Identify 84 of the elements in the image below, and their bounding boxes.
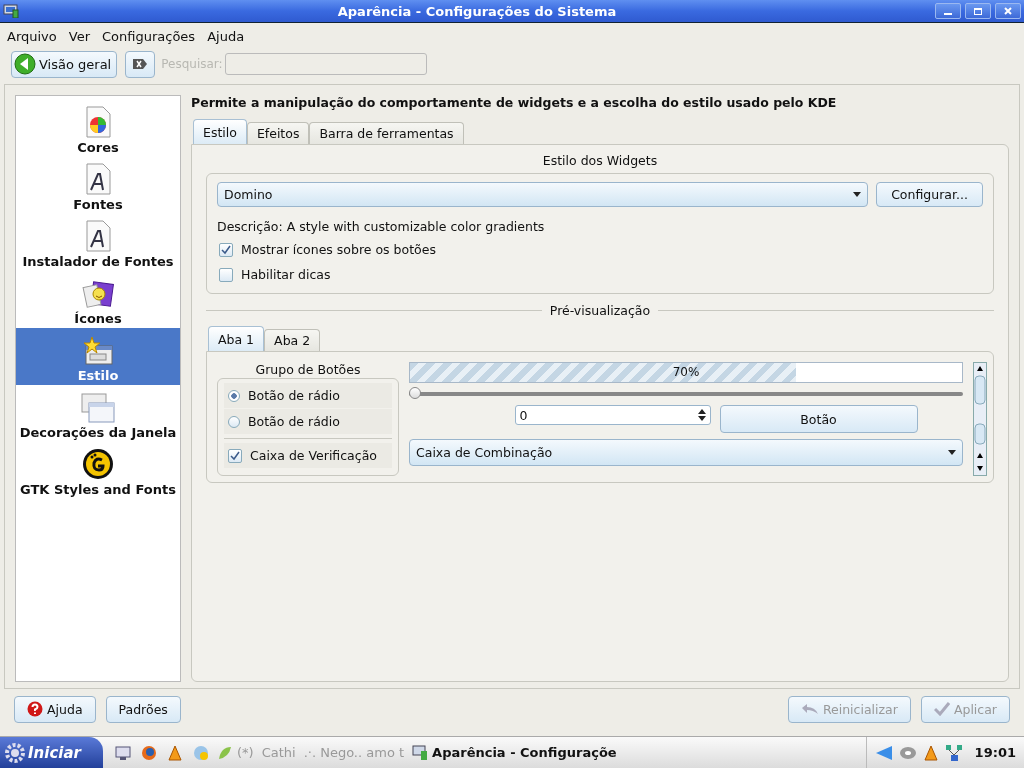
start-button[interactable]: Iniciar (0, 737, 103, 768)
slider-handle[interactable] (409, 387, 421, 399)
monitor-icon (412, 744, 429, 761)
sidebar-item[interactable]: Cores (16, 100, 180, 157)
monitor-icon[interactable] (114, 744, 131, 761)
radio-button[interactable] (228, 415, 240, 428)
minimize-icon (944, 13, 952, 15)
group-title: Estilo dos Widgets (541, 153, 659, 170)
clock: 19:01 (974, 745, 1016, 760)
close-button[interactable] (995, 3, 1021, 19)
dropdown-arrow-icon (948, 450, 956, 455)
font-document-icon (84, 163, 112, 195)
cone-icon[interactable] (922, 744, 939, 761)
checkbox[interactable] (219, 242, 233, 257)
cone-icon[interactable] (166, 744, 183, 761)
sidebar-label: Fontes (73, 197, 123, 212)
sidebar-item[interactable]: Ícones (16, 271, 180, 328)
sidebar-label: Decorações da Janela (19, 425, 177, 440)
color-wheel-document-icon (84, 106, 112, 138)
radio-label: Botão de rádio (248, 388, 340, 403)
footer-button[interactable]: Padrões (105, 695, 181, 723)
sidebar-label: Cores (77, 140, 119, 155)
sidebar-item[interactable]: Fontes (16, 157, 180, 214)
preview-dropdown[interactable]: Caixa de Combinação (409, 439, 963, 466)
spin-arrows-icon (697, 409, 706, 421)
windows-icon (81, 393, 115, 423)
dropdown-arrow-icon (853, 192, 861, 197)
preview-button[interactable]: Botão (719, 405, 918, 433)
menu-item[interactable]: Configurações (96, 28, 202, 44)
sidebar-item[interactable]: Estilo (16, 328, 180, 385)
sidebar-label: Estilo (77, 368, 119, 383)
monitor-icon (3, 4, 19, 18)
radio-label: Botão de rádio (248, 414, 340, 429)
help-icon (27, 701, 43, 717)
star-window-icon (82, 336, 114, 366)
preview-title: Pré-visualização (549, 302, 651, 318)
radio-button[interactable] (228, 389, 240, 402)
spinbox[interactable]: 0 (514, 405, 711, 425)
smiley-book-icon (82, 281, 114, 309)
triangle-icon[interactable] (874, 744, 893, 761)
menu-item[interactable]: Ver (62, 28, 96, 44)
sidebar-label: Instalador de Fontes (22, 254, 174, 269)
style-description: Descrição: A style with customizable color gradients (217, 219, 546, 236)
globe-icon[interactable] (140, 744, 157, 761)
page-description: Permite a manipulação do comportamente de widgets e a escolha do estilo usado pelo KDE (191, 95, 838, 112)
checkbox-label: Habilitar dicas (241, 267, 331, 282)
maximize-icon (973, 6, 983, 16)
clear-icon (132, 58, 149, 70)
scrollbar[interactable] (973, 362, 987, 476)
button-group-title: Grupo de Botões (254, 362, 362, 378)
style-dropdown[interactable]: Domino (217, 182, 868, 207)
preview-tab[interactable]: Aba 1 (208, 326, 265, 351)
sidebar-item[interactable]: Instalador de Fontes (16, 214, 180, 271)
minimize-button[interactable] (935, 3, 961, 19)
overview-button[interactable]: Visão geral (11, 50, 118, 78)
footer-button[interactable]: Ajuda (14, 695, 96, 723)
close-icon (1003, 6, 1013, 16)
checkbox-label: Mostrar ícones sobre os botões (241, 242, 436, 257)
menu-item[interactable]: Arquivo (1, 28, 63, 44)
clear-search-button[interactable] (125, 50, 156, 78)
network-icon[interactable] (944, 743, 963, 762)
checkbox[interactable] (228, 448, 242, 463)
preview-tab[interactable]: Aba 2 (264, 329, 321, 351)
maximize-button[interactable] (965, 3, 991, 19)
font-document-icon (84, 220, 112, 252)
progress-reading: 70% (671, 365, 701, 379)
menu-item[interactable]: Ajuda (201, 28, 251, 44)
window-title: Aparência - Configurações do Sistema (336, 3, 618, 19)
tab[interactable]: Efeitos (246, 122, 310, 144)
sidebar-item[interactable]: Decorações da Janela (16, 385, 180, 442)
disc-icon[interactable] (898, 744, 917, 761)
checkmark-icon (933, 702, 950, 716)
checkbox-label: Caixa de Verificação (250, 448, 377, 463)
leaf-icon (216, 744, 233, 761)
checkbox[interactable] (219, 267, 233, 282)
sidebar-label: Ícones (74, 311, 122, 326)
configure-button[interactable]: Configurar... (876, 182, 983, 207)
sidebar-label: GTK Styles and Fonts (20, 482, 176, 497)
sidebar-item[interactable]: GTK Styles and Fonts (16, 442, 180, 499)
undo-arrow-icon (800, 703, 819, 715)
gear-icon (4, 741, 26, 764)
taskbar-task[interactable]: Aparência - Configuraçõe (412, 744, 617, 761)
tab[interactable]: Estilo (193, 119, 247, 144)
tab[interactable]: Barra de ferramentas (309, 122, 464, 144)
